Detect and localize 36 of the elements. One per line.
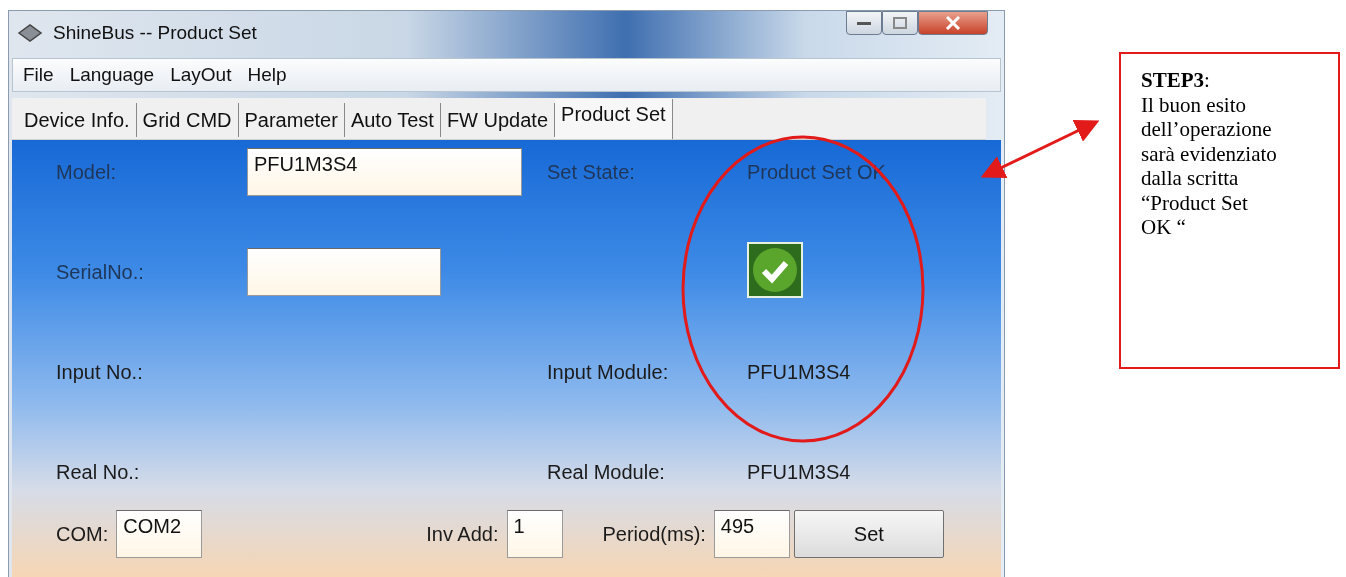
input-field[interactable]: COM2: [116, 510, 203, 558]
close-button[interactable]: [918, 11, 988, 35]
field-label: Input No.:: [56, 360, 144, 384]
field-label: Input Module:: [547, 360, 670, 384]
tab[interactable]: Parameter: [238, 103, 345, 137]
field-label: SerialNo.:: [56, 260, 145, 284]
field-value: PFU1M3S4: [747, 360, 852, 384]
field-label: Real Module:: [547, 460, 666, 484]
field-label: COM:: [56, 522, 109, 546]
menu-item[interactable]: Help: [247, 64, 287, 86]
app-icon: [17, 23, 43, 43]
callout-text: STEP3: Il buon esito dell’operazione sarà evidenziato dalla scritta “Product Set OK “: [1119, 52, 1340, 369]
close-icon: [945, 16, 961, 30]
field-label: Period(ms):: [602, 522, 706, 546]
minimize-button[interactable]: [846, 11, 882, 35]
input-field[interactable]: [247, 248, 441, 296]
set-button[interactable]: Set: [793, 510, 944, 558]
input-field[interactable]: PFU1M3S4: [247, 148, 522, 196]
minimize-icon: [857, 20, 871, 26]
menu-item[interactable]: Language: [69, 64, 155, 86]
field-label: Set State:: [547, 160, 636, 184]
field-label: Inv Add:: [426, 522, 499, 546]
tab[interactable]: Device Info.: [18, 103, 137, 137]
input-field[interactable]: 1: [506, 510, 563, 558]
input-field[interactable]: 495: [713, 510, 790, 558]
tab[interactable]: Product Set: [555, 99, 673, 139]
maximize-icon: [893, 17, 907, 29]
tab[interactable]: Auto Test: [344, 103, 441, 137]
tab[interactable]: Grid CMD: [136, 103, 239, 137]
field-label: Real No.:: [56, 460, 141, 484]
field-label: Model:: [56, 160, 118, 184]
menu-item[interactable]: File: [23, 64, 54, 86]
window-title: ShineBus -- Product Set: [53, 22, 258, 44]
menu-item[interactable]: LayOut: [170, 64, 232, 86]
maximize-button[interactable]: [882, 11, 918, 35]
field-value: PFU1M3S4: [747, 460, 852, 484]
